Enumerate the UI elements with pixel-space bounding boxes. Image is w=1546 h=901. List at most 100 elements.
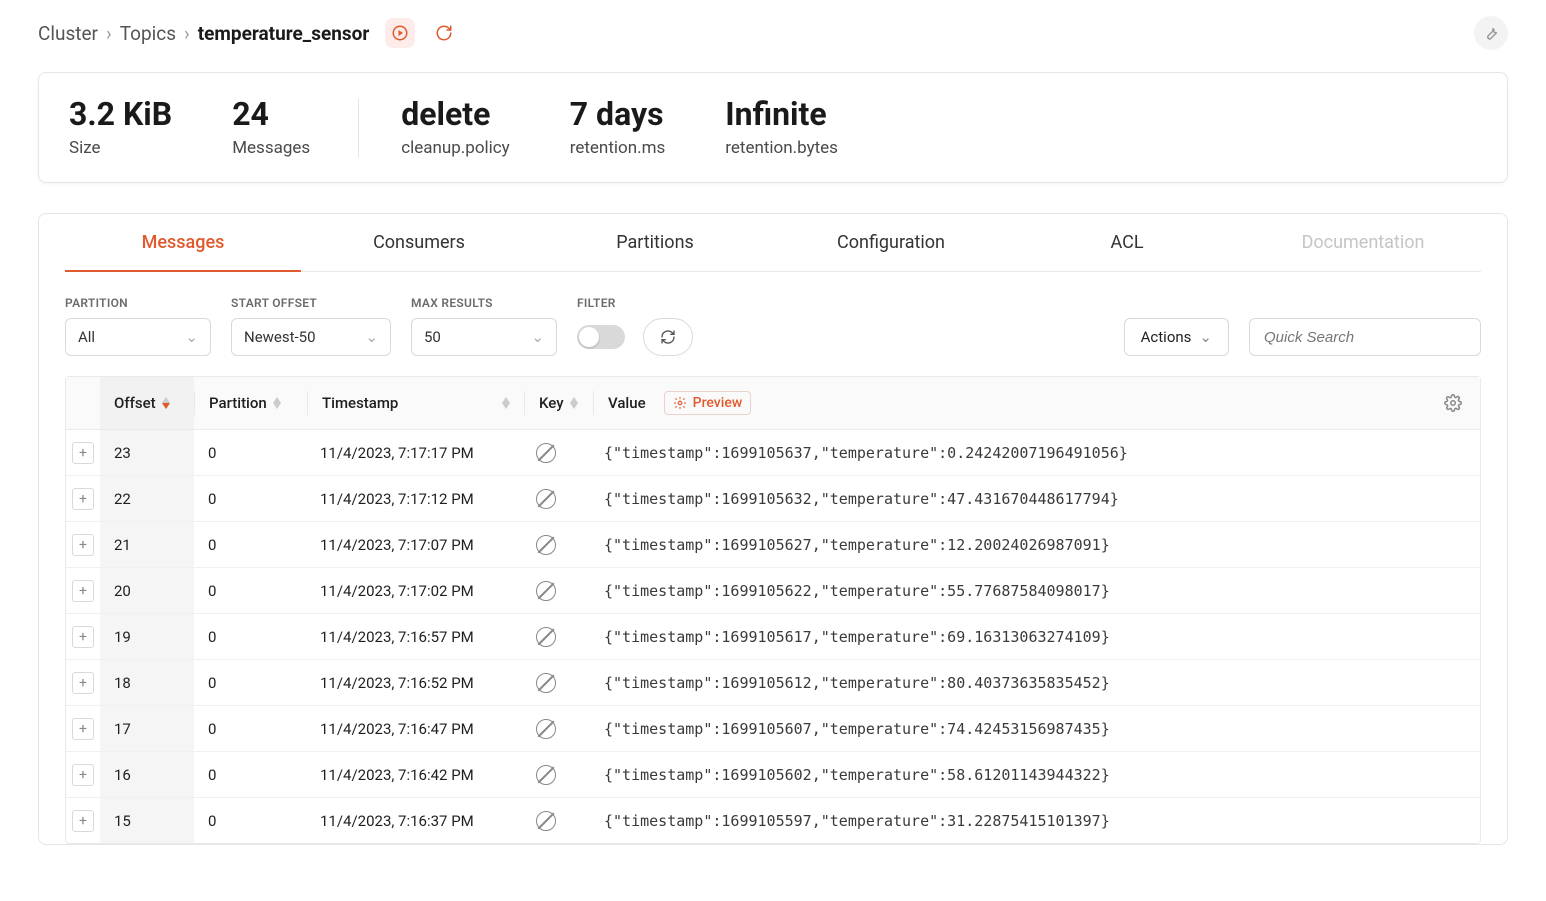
cell-timestamp: 11/4/2023, 7:17:07 PM	[306, 522, 522, 567]
start-offset-filter-label: START OFFSET	[231, 296, 391, 310]
tab-documentation: Documentation	[1245, 214, 1481, 271]
table-row: + 23 0 11/4/2023, 7:17:17 PM {"timestamp…	[66, 429, 1480, 475]
cell-key	[522, 476, 590, 521]
cell-value: {"timestamp":1699105597,"temperature":31…	[590, 798, 1426, 843]
preview-button[interactable]: Preview	[664, 391, 752, 415]
expand-row-button[interactable]: +	[72, 810, 94, 832]
cell-partition: 0	[194, 706, 306, 751]
breadcrumb-root[interactable]: Cluster	[38, 22, 98, 45]
stat-retention-bytes: Infinite retention.bytes	[725, 97, 898, 158]
cell-actions	[1426, 522, 1480, 567]
table-settings-header[interactable]	[1426, 377, 1480, 429]
cell-value: {"timestamp":1699105627,"temperature":12…	[590, 522, 1426, 567]
tab-messages[interactable]: Messages	[65, 214, 301, 271]
header-label: Offset	[114, 394, 156, 412]
expand-row-button[interactable]: +	[72, 672, 94, 694]
page-settings-button[interactable]	[1474, 16, 1508, 50]
start-offset-select[interactable]: Newest-50 ⌄	[231, 318, 391, 356]
cell-timestamp: 11/4/2023, 7:16:57 PM	[306, 614, 522, 659]
cell-actions	[1426, 430, 1480, 475]
partition-filter-label: PARTITION	[65, 296, 211, 310]
quick-search[interactable]	[1249, 318, 1481, 356]
stat-value: Infinite	[725, 97, 838, 132]
value-column-header: Value Preview	[594, 377, 1426, 429]
timestamp-column-header[interactable]: Timestamp	[308, 377, 524, 429]
tab-configuration[interactable]: Configuration	[773, 214, 1009, 271]
cell-timestamp: 11/4/2023, 7:17:12 PM	[306, 476, 522, 521]
cell-offset: 17	[100, 706, 194, 751]
null-icon	[536, 535, 556, 555]
cell-key	[522, 522, 590, 567]
quick-search-input[interactable]	[1264, 329, 1466, 346]
stat-label: Messages	[232, 138, 310, 158]
chevron-right-icon: ›	[106, 22, 112, 45]
key-column-header[interactable]: Key	[525, 377, 593, 429]
cell-key	[522, 798, 590, 843]
play-circle-icon	[391, 24, 409, 42]
cell-actions	[1426, 614, 1480, 659]
filters-row: PARTITION All ⌄ START OFFSET Newest-50 ⌄…	[65, 272, 1481, 376]
cell-partition: 0	[194, 752, 306, 797]
stats-divider	[358, 98, 359, 158]
expand-row-button[interactable]: +	[72, 764, 94, 786]
cell-partition: 0	[194, 522, 306, 567]
partition-select[interactable]: All ⌄	[65, 318, 211, 356]
null-icon	[536, 581, 556, 601]
table-row: + 20 0 11/4/2023, 7:17:02 PM {"timestamp…	[66, 567, 1480, 613]
select-value: All	[78, 328, 95, 346]
expand-row-button[interactable]: +	[72, 718, 94, 740]
null-icon	[536, 765, 556, 785]
cell-value: {"timestamp":1699105632,"temperature":47…	[590, 476, 1426, 521]
stat-size: 3.2 KiB Size	[69, 97, 232, 158]
stat-value: 3.2 KiB	[69, 97, 172, 132]
cell-partition: 0	[194, 660, 306, 705]
stat-label: Size	[69, 138, 172, 158]
select-value: Newest-50	[244, 328, 316, 346]
refresh-button[interactable]	[429, 18, 459, 48]
expand-row-button[interactable]: +	[72, 488, 94, 510]
table-row: + 22 0 11/4/2023, 7:17:12 PM {"timestamp…	[66, 475, 1480, 521]
chevron-down-icon: ⌄	[531, 328, 544, 346]
tab-consumers[interactable]: Consumers	[301, 214, 537, 271]
tab-partitions[interactable]: Partitions	[537, 214, 773, 271]
breadcrumb: Cluster › Topics › temperature_sensor	[38, 22, 369, 45]
cell-partition: 0	[194, 614, 306, 659]
filter-toggle-label: FILTER	[577, 296, 693, 310]
cell-value: {"timestamp":1699105637,"temperature":0.…	[590, 430, 1426, 475]
cell-partition: 0	[194, 430, 306, 475]
refresh-messages-button[interactable]	[643, 318, 693, 356]
sort-icon	[502, 397, 510, 409]
expand-row-button[interactable]: +	[72, 442, 94, 464]
tabs: Messages Consumers Partitions Configurat…	[65, 214, 1481, 272]
refresh-icon	[435, 24, 453, 42]
stat-label: cleanup.policy	[401, 138, 510, 158]
null-icon	[536, 673, 556, 693]
filter-toggle[interactable]	[577, 325, 625, 349]
partition-column-header[interactable]: Partition	[195, 377, 307, 429]
expand-row-button[interactable]: +	[72, 534, 94, 556]
breadcrumb-current: temperature_sensor	[198, 22, 370, 45]
max-results-select[interactable]: 50 ⌄	[411, 318, 557, 356]
expand-row-button[interactable]: +	[72, 626, 94, 648]
sort-icon	[162, 397, 170, 409]
actions-label: Actions	[1141, 328, 1192, 346]
cell-actions	[1426, 476, 1480, 521]
breadcrumb-section[interactable]: Topics	[120, 22, 176, 45]
cell-value: {"timestamp":1699105607,"temperature":74…	[590, 706, 1426, 751]
sort-icon	[570, 397, 578, 409]
offset-column-header[interactable]: Offset	[100, 377, 194, 429]
cell-actions	[1426, 706, 1480, 751]
wrench-icon	[1482, 24, 1500, 42]
cell-offset: 16	[100, 752, 194, 797]
expand-row-button[interactable]: +	[72, 580, 94, 602]
tab-acl[interactable]: ACL	[1009, 214, 1245, 271]
cell-partition: 0	[194, 798, 306, 843]
cell-value: {"timestamp":1699105612,"temperature":80…	[590, 660, 1426, 705]
produce-record-button[interactable]	[385, 18, 415, 48]
messages-table: Offset Partition Timestamp	[65, 376, 1481, 844]
table-row: + 15 0 11/4/2023, 7:16:37 PM {"timestamp…	[66, 797, 1480, 843]
actions-dropdown[interactable]: Actions ⌄	[1124, 318, 1229, 356]
select-value: 50	[424, 328, 441, 346]
gear-icon	[1444, 394, 1462, 412]
cell-value: {"timestamp":1699105602,"temperature":58…	[590, 752, 1426, 797]
